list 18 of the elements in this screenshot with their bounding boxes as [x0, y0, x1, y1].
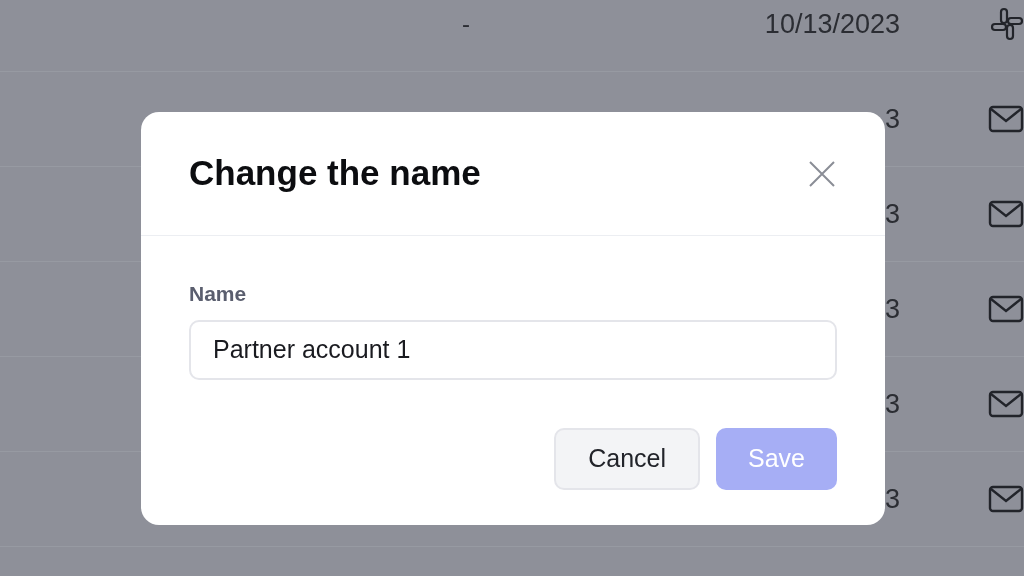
table-cell-text: - [462, 9, 470, 39]
mail-icon [988, 390, 1024, 418]
grid-logo-icon [990, 7, 1024, 41]
date-cell-text: 10/13/2023 [764, 7, 900, 41]
mail-icon [988, 485, 1024, 513]
mail-icon [988, 200, 1024, 228]
date-cell-text: 3 [884, 292, 900, 326]
close-icon[interactable] [807, 158, 837, 189]
date-cell-text: 3 [884, 102, 900, 136]
dialog-title: Change the name [189, 152, 481, 195]
mail-icon [988, 105, 1024, 133]
cancel-button[interactable]: Cancel [554, 427, 700, 490]
name-input-field[interactable]: Partner account 1 [189, 319, 837, 380]
date-cell-text: 3 [884, 482, 900, 516]
mail-icon [988, 295, 1024, 323]
field-label: Name [189, 281, 248, 307]
date-cell-text: 3 [884, 387, 900, 421]
date-cell-text: 3 [884, 197, 900, 231]
